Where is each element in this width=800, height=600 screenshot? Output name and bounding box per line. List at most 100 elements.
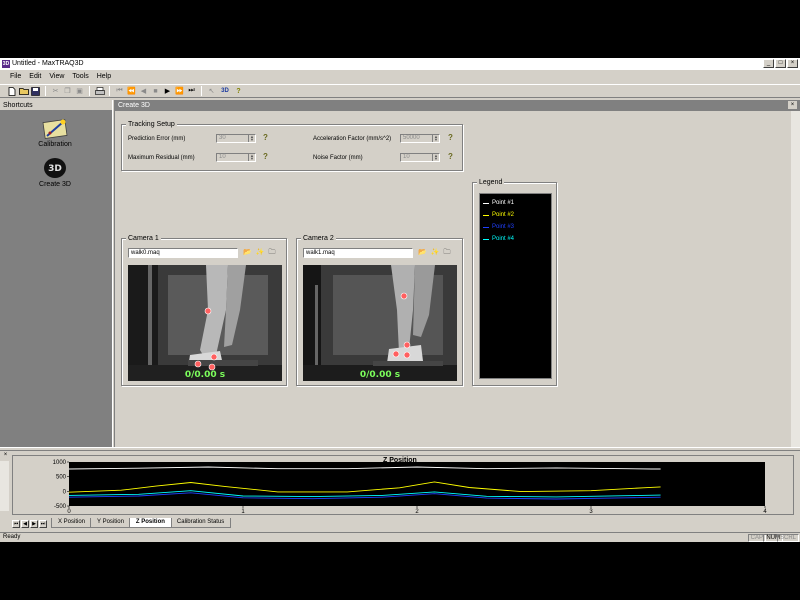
create-3d-icon: 3D xyxy=(41,156,69,180)
close-button[interactable]: × xyxy=(787,59,798,68)
acceleration-factor-spinner[interactable]: 50000 ▲ ▼ xyxy=(400,134,440,143)
shortcuts-panel: Shortcuts Calibration 3D Create 3D xyxy=(0,100,112,447)
camera-2-file[interactable]: walk1.maq xyxy=(303,248,413,258)
tab-last-button[interactable]: ⏭ xyxy=(39,520,47,528)
tab-x-position[interactable]: X Position xyxy=(51,518,93,528)
app-icon[interactable]: 3D xyxy=(2,60,10,68)
help-icon[interactable]: ? xyxy=(448,152,453,161)
help-icon[interactable]: ? xyxy=(233,86,244,97)
camera-1-time: 0/0.00 s xyxy=(184,370,226,380)
save-icon[interactable] xyxy=(30,86,41,97)
legend-item[interactable]: Point #3 xyxy=(480,221,551,233)
pointer-icon[interactable]: ↖ xyxy=(206,86,217,97)
print-icon[interactable] xyxy=(94,86,105,97)
legend-item[interactable]: Point #2 xyxy=(480,209,551,221)
menu-edit[interactable]: Edit xyxy=(25,71,45,82)
skip-last-icon[interactable]: ⏭ xyxy=(186,86,197,97)
paste-icon[interactable]: ▣ xyxy=(74,86,85,97)
menu-view[interactable]: View xyxy=(45,71,68,82)
camera-2-view[interactable]: 0/0.00 s xyxy=(303,265,457,381)
play-icon[interactable]: ▶ xyxy=(162,86,173,97)
vertical-scrollbar[interactable] xyxy=(791,111,800,447)
x-tick-label: 1 xyxy=(241,509,245,514)
magic-wand-icon[interactable]: ✨ xyxy=(256,248,265,259)
spinner-arrows[interactable]: ▲ ▼ xyxy=(432,154,439,161)
prediction-error-label: Prediction Error (mm) xyxy=(128,136,186,142)
y-tick-label: 1000 xyxy=(53,460,67,466)
camera-2-group: Camera 2 walk1.maq 📂 ✨ 🗀 0/0.00 s xyxy=(296,234,463,386)
prediction-error-spinner[interactable]: 30 ▲ ▼ xyxy=(216,134,256,143)
tab-y-position[interactable]: Y Position xyxy=(90,518,131,528)
cut-icon[interactable]: ✂ xyxy=(50,86,61,97)
shortcuts-header: Shortcuts xyxy=(0,100,112,111)
menu-file[interactable]: File xyxy=(6,71,25,82)
camera-1-file[interactable]: walk0.maq xyxy=(128,248,238,258)
toolbar: ✂ ❐ ▣ ⏮ ⏪ ◀ ■ ▶ ⏩ ⏭ ↖ 3D ? xyxy=(0,84,800,98)
step-back-icon[interactable]: ⏪ xyxy=(126,86,137,97)
legend-group: Legend Point #1 Point #2 Point #3 Point #4 xyxy=(472,178,557,386)
spinner-arrows[interactable]: ▲ ▼ xyxy=(248,154,255,161)
menu-tools[interactable]: Tools xyxy=(68,71,92,82)
toolbar-separator xyxy=(89,86,90,96)
shortcut-create-3d[interactable]: 3D Create 3D xyxy=(30,156,80,188)
tab-prev-button[interactable]: ◀ xyxy=(21,520,29,528)
legend-item[interactable]: Point #1 xyxy=(480,197,551,209)
status-bar: Ready CAP NUM SCRL xyxy=(0,532,800,542)
max-residual-label: Maximum Residual (mm) xyxy=(128,155,195,161)
group-label: Tracking Setup xyxy=(126,120,177,129)
tab-z-position[interactable]: Z Position xyxy=(128,518,172,528)
folder-icon[interactable]: 🗀 xyxy=(443,248,450,259)
open-folder-icon[interactable]: 📂 xyxy=(418,248,427,259)
minimize-button[interactable]: _ xyxy=(763,59,774,68)
y-tick-label: 500 xyxy=(56,475,67,481)
copy-icon[interactable]: ❐ xyxy=(62,86,73,97)
tab-next-button[interactable]: ▶ xyxy=(30,520,38,528)
noise-factor-spinner[interactable]: 10 ▲ ▼ xyxy=(400,153,440,162)
window-title: Untitled - MaxTRAQ3D xyxy=(12,60,84,67)
document-close-button[interactable]: × xyxy=(788,101,797,109)
magic-wand-icon[interactable]: ✨ xyxy=(431,248,440,259)
spinner-arrows[interactable]: ▲ ▼ xyxy=(248,135,255,142)
legend-label: Point #1 xyxy=(492,200,515,206)
play-reverse-icon[interactable]: ◀ xyxy=(138,86,149,97)
spinner-arrows[interactable]: ▲ ▼ xyxy=(432,135,439,142)
camera-2-time: 0/0.00 s xyxy=(359,370,401,380)
group-label: Camera 1 xyxy=(126,234,161,243)
menu-help[interactable]: Help xyxy=(93,71,115,82)
open-folder-icon[interactable] xyxy=(18,86,29,97)
legend-item[interactable]: Point #4 xyxy=(480,233,551,245)
open-folder-icon[interactable]: 📂 xyxy=(243,248,252,259)
tab-calibration-status[interactable]: Calibration Status xyxy=(169,518,232,528)
toolbar-separator xyxy=(45,86,46,96)
panel-scrollbar[interactable] xyxy=(0,461,9,511)
help-icon[interactable]: ? xyxy=(448,133,453,142)
help-icon[interactable]: ? xyxy=(263,152,268,161)
shortcut-label: Create 3D xyxy=(39,181,71,188)
folder-icon[interactable]: 🗀 xyxy=(268,248,275,259)
max-residual-spinner[interactable]: 10 ▲ ▼ xyxy=(216,153,256,162)
help-icon[interactable]: ? xyxy=(263,133,268,142)
status-text: Ready xyxy=(3,534,21,540)
maximize-button[interactable]: □ xyxy=(775,59,786,68)
legend-label: Point #2 xyxy=(492,212,515,218)
legend-swatch xyxy=(483,214,489,216)
camera-1-frame xyxy=(128,265,282,381)
shortcut-calibration[interactable]: Calibration xyxy=(30,116,80,148)
step-forward-icon[interactable]: ⏩ xyxy=(174,86,185,97)
close-icon[interactable]: × xyxy=(2,452,9,459)
skip-first-icon[interactable]: ⏮ xyxy=(114,86,125,97)
z-position-chart[interactable]: Z Position 1000 500 0 -500 0 1 2 3 4 xyxy=(12,455,794,515)
stop-icon[interactable]: ■ xyxy=(150,86,161,97)
new-file-icon[interactable] xyxy=(6,86,17,97)
camera-1-view[interactable]: 0/0.00 s xyxy=(128,265,282,381)
menu-bar: File Edit View Tools Help xyxy=(0,71,115,82)
tab-first-button[interactable]: ⏮ xyxy=(12,520,20,528)
camera-1-group: Camera 1 walk0.maq 📂 ✨ 🗀 0/0.00 s xyxy=(121,234,287,386)
noise-factor-label: Noise Factor (mm) xyxy=(313,155,363,161)
legend-label: Point #4 xyxy=(492,236,515,242)
create-3d-toolbar-button[interactable]: 3D xyxy=(218,86,232,97)
x-tick-label: 0 xyxy=(67,509,71,514)
legend-swatch xyxy=(483,238,489,240)
x-tick-label: 3 xyxy=(589,509,593,514)
calibration-wand-icon xyxy=(41,116,69,140)
